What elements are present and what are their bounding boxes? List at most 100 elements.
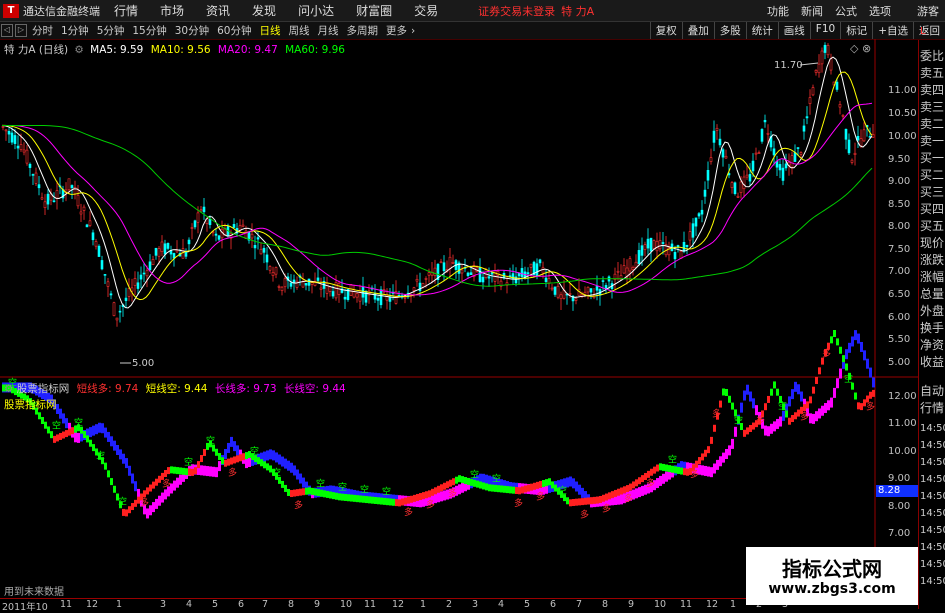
btn-duogu[interactable]: 多股 <box>713 22 746 39</box>
short-ribbon-segment <box>107 470 110 478</box>
side-hangqing[interactable]: 行情 <box>920 402 945 415</box>
btn-tongji[interactable]: 统计 <box>745 22 778 39</box>
short-ribbon-segment <box>839 346 842 354</box>
short-ribbon-segment <box>194 467 197 475</box>
short-ribbon-segment <box>335 492 338 500</box>
menu-jiaoyi[interactable]: 交易 <box>414 2 438 19</box>
menu-gongneng[interactable]: 功能 <box>767 3 789 19</box>
short-ribbon-segment <box>647 470 650 478</box>
candle-body <box>70 185 74 189</box>
candle-body <box>343 296 347 300</box>
period-multi[interactable]: 多周期 <box>343 23 383 38</box>
long-ribbon-segment <box>620 494 623 505</box>
candle-body <box>649 237 653 252</box>
period-30min[interactable]: 30分钟 <box>171 23 213 38</box>
long-ribbon-segment <box>131 473 134 484</box>
btn-biaoji[interactable]: 标记 <box>840 22 872 39</box>
long-ribbon-segment <box>866 358 869 369</box>
btn-f10[interactable]: F10 <box>809 22 840 39</box>
short-ribbon-segment <box>125 509 128 517</box>
long-ribbon-segment <box>437 492 440 503</box>
ind-axis-10: 10.00 <box>888 446 917 457</box>
candle-body <box>388 296 392 302</box>
menu-wenxiaoda[interactable]: 问小达 <box>298 2 334 19</box>
date-25: 12 <box>706 599 719 610</box>
side-zidong[interactable]: 自动 <box>920 385 945 398</box>
period-more[interactable]: 更多 <box>382 23 411 38</box>
short-ribbon-segment <box>41 416 44 424</box>
period-weekly[interactable]: 周线 <box>285 23 314 38</box>
long-ribbon-segment <box>788 396 791 407</box>
candle-body <box>199 209 203 212</box>
menu-hangqing[interactable]: 行情 <box>114 2 138 19</box>
candle-body <box>853 152 857 155</box>
candle-body <box>691 223 695 238</box>
candle-body <box>796 147 800 149</box>
indicator-gear-icon[interactable]: ⚙ <box>4 383 13 395</box>
long-ribbon-segment <box>122 453 125 464</box>
side-mai5-sell: 卖五 <box>920 66 945 80</box>
buy-signal-marker: 多 <box>580 508 589 520</box>
btn-zixuan[interactable]: +自选 <box>872 22 913 39</box>
candle-body <box>373 292 377 300</box>
short-ribbon-segment <box>620 487 623 495</box>
short-ribbon-segment <box>551 481 554 489</box>
menu-youke[interactable]: 游客 <box>917 3 939 19</box>
menu-gongshi[interactable]: 公式 <box>835 3 857 19</box>
long-ribbon-segment <box>161 492 164 503</box>
sell-signal-marker: 空 <box>734 415 743 427</box>
short-ribbon-segment <box>431 488 434 496</box>
short-ribbon-segment <box>629 483 632 491</box>
candle-body <box>748 174 752 182</box>
side-panel: L 委比 卖五 卖四 卖三 卖二 卖一 买一 买二 买三 买四 买五 现价 涨跌… <box>918 26 945 609</box>
menu-zixun[interactable]: 资讯 <box>206 2 230 19</box>
short-ribbon-segment <box>542 480 545 488</box>
menu-faxian[interactable]: 发现 <box>252 2 276 19</box>
date-19: 6 <box>550 599 557 610</box>
watermark-title: 指标公式网 <box>782 557 882 581</box>
long-ribbon-segment <box>107 431 110 442</box>
short-ribbon-segment <box>491 484 494 492</box>
title-bar: T 通达信金融终端 行情 市场 资讯 发现 问小达 财富圈 交易 证券交易未登录… <box>0 0 945 22</box>
sell-signal-marker: 空 <box>96 450 105 462</box>
period-fenshi[interactable]: 分时 <box>28 23 57 38</box>
candle-body <box>745 174 749 178</box>
long-ribbon-segment <box>704 465 707 476</box>
candle-body <box>232 224 236 228</box>
short-ribbon-segment <box>578 498 581 506</box>
candle-body <box>655 240 659 252</box>
candle-body <box>112 302 116 316</box>
menu-xuanxiang[interactable]: 选项 <box>869 3 891 19</box>
long-ribbon-segment <box>821 405 824 416</box>
more-chevron-icon[interactable]: › <box>411 25 415 37</box>
short-ribbon-segment <box>815 376 818 384</box>
candle-body <box>127 288 131 297</box>
period-60min[interactable]: 60分钟 <box>213 23 255 38</box>
short-ribbon-segment <box>731 402 734 410</box>
side-xianjia: 现价 <box>920 236 945 250</box>
candle-body <box>175 250 179 253</box>
prev-arrow-icon[interactable]: ◁ <box>1 24 13 37</box>
menu-xinwen[interactable]: 新闻 <box>801 3 823 19</box>
period-1min[interactable]: 1分钟 <box>57 23 93 38</box>
period-daily[interactable]: 日线 <box>256 23 285 38</box>
candle-body <box>673 252 677 260</box>
period-5min[interactable]: 5分钟 <box>93 23 129 38</box>
short-ribbon-segment <box>482 482 485 490</box>
login-alert[interactable]: 证券交易未登录 <box>478 3 555 19</box>
sell-signal-marker: 空 <box>338 481 347 493</box>
short-ribbon-segment <box>494 484 497 492</box>
btn-diejia[interactable]: 叠加 <box>681 22 714 39</box>
period-monthly[interactable]: 月线 <box>314 23 343 38</box>
buy-signal-marker: 多 <box>536 490 545 502</box>
next-arrow-icon[interactable]: ▷ <box>15 24 27 37</box>
period-15min[interactable]: 15分钟 <box>128 23 170 38</box>
short-ribbon-segment <box>722 388 725 396</box>
btn-huaxian[interactable]: 画线 <box>777 22 810 39</box>
side-time-10: 14:50 <box>920 576 945 587</box>
short-ribbon-segment <box>368 496 371 504</box>
candle-body <box>253 245 257 249</box>
btn-fuquan[interactable]: 复权 <box>649 22 682 39</box>
menu-caifuquan[interactable]: 财富圈 <box>356 2 392 19</box>
menu-shichang[interactable]: 市场 <box>160 2 184 19</box>
